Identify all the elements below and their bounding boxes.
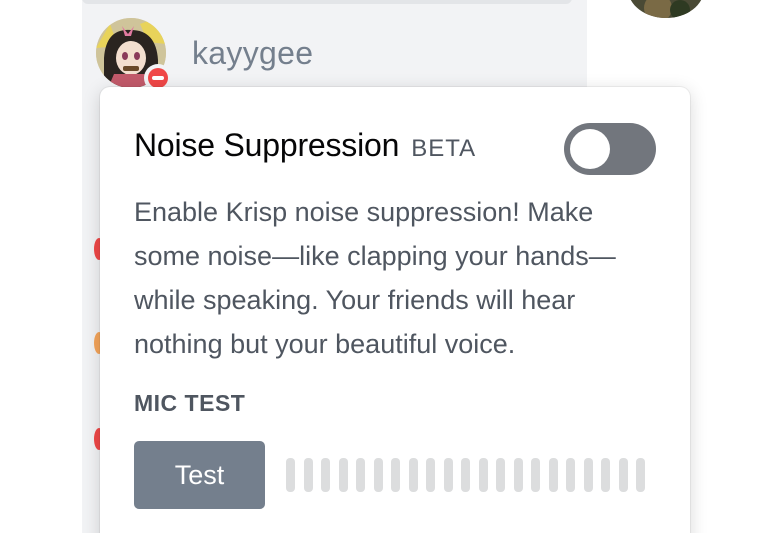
meter-segment bbox=[513, 458, 523, 492]
app-window: kayygee Noise Suppression BETA Enable Kr… bbox=[0, 0, 780, 533]
mic-level-meter bbox=[286, 458, 645, 492]
meter-segment bbox=[461, 458, 470, 492]
meter-segment bbox=[286, 458, 295, 492]
meter-segment bbox=[636, 458, 645, 492]
meter-segment bbox=[601, 458, 610, 492]
meter-segment bbox=[548, 458, 558, 492]
meter-segment bbox=[566, 458, 575, 492]
meter-segment bbox=[531, 458, 540, 492]
member-username: kayygee bbox=[192, 34, 314, 71]
partial-avatar[interactable] bbox=[628, 0, 704, 18]
noise-suppression-popout: Noise Suppression BETA Enable Krisp nois… bbox=[100, 87, 690, 533]
meter-segment bbox=[303, 458, 313, 492]
beta-badge: BETA bbox=[411, 135, 477, 162]
mic-test-button[interactable]: Test bbox=[134, 441, 265, 509]
meter-segment bbox=[443, 458, 453, 492]
member-list-header bbox=[82, 0, 572, 4]
member-row[interactable]: kayygee bbox=[96, 18, 314, 92]
meter-segment bbox=[321, 458, 330, 492]
meter-segment bbox=[338, 458, 348, 492]
noise-suppression-toggle[interactable] bbox=[564, 123, 656, 175]
toggle-knob bbox=[570, 129, 610, 169]
popout-title: Noise Suppression bbox=[134, 127, 400, 163]
meter-segment bbox=[618, 458, 628, 492]
popout-description: Enable Krisp noise suppression! Make som… bbox=[134, 197, 616, 359]
popout-header: Noise Suppression BETA bbox=[134, 127, 476, 164]
meter-segment bbox=[408, 458, 418, 492]
meter-segment bbox=[496, 458, 505, 492]
meter-segment bbox=[426, 458, 435, 492]
meter-segment bbox=[356, 458, 365, 492]
meter-segment bbox=[373, 458, 383, 492]
meter-segment bbox=[391, 458, 400, 492]
meter-segment bbox=[583, 458, 593, 492]
meter-segment bbox=[478, 458, 488, 492]
avatar[interactable] bbox=[96, 18, 172, 92]
mic-test-label: MIC TEST bbox=[134, 390, 246, 416]
